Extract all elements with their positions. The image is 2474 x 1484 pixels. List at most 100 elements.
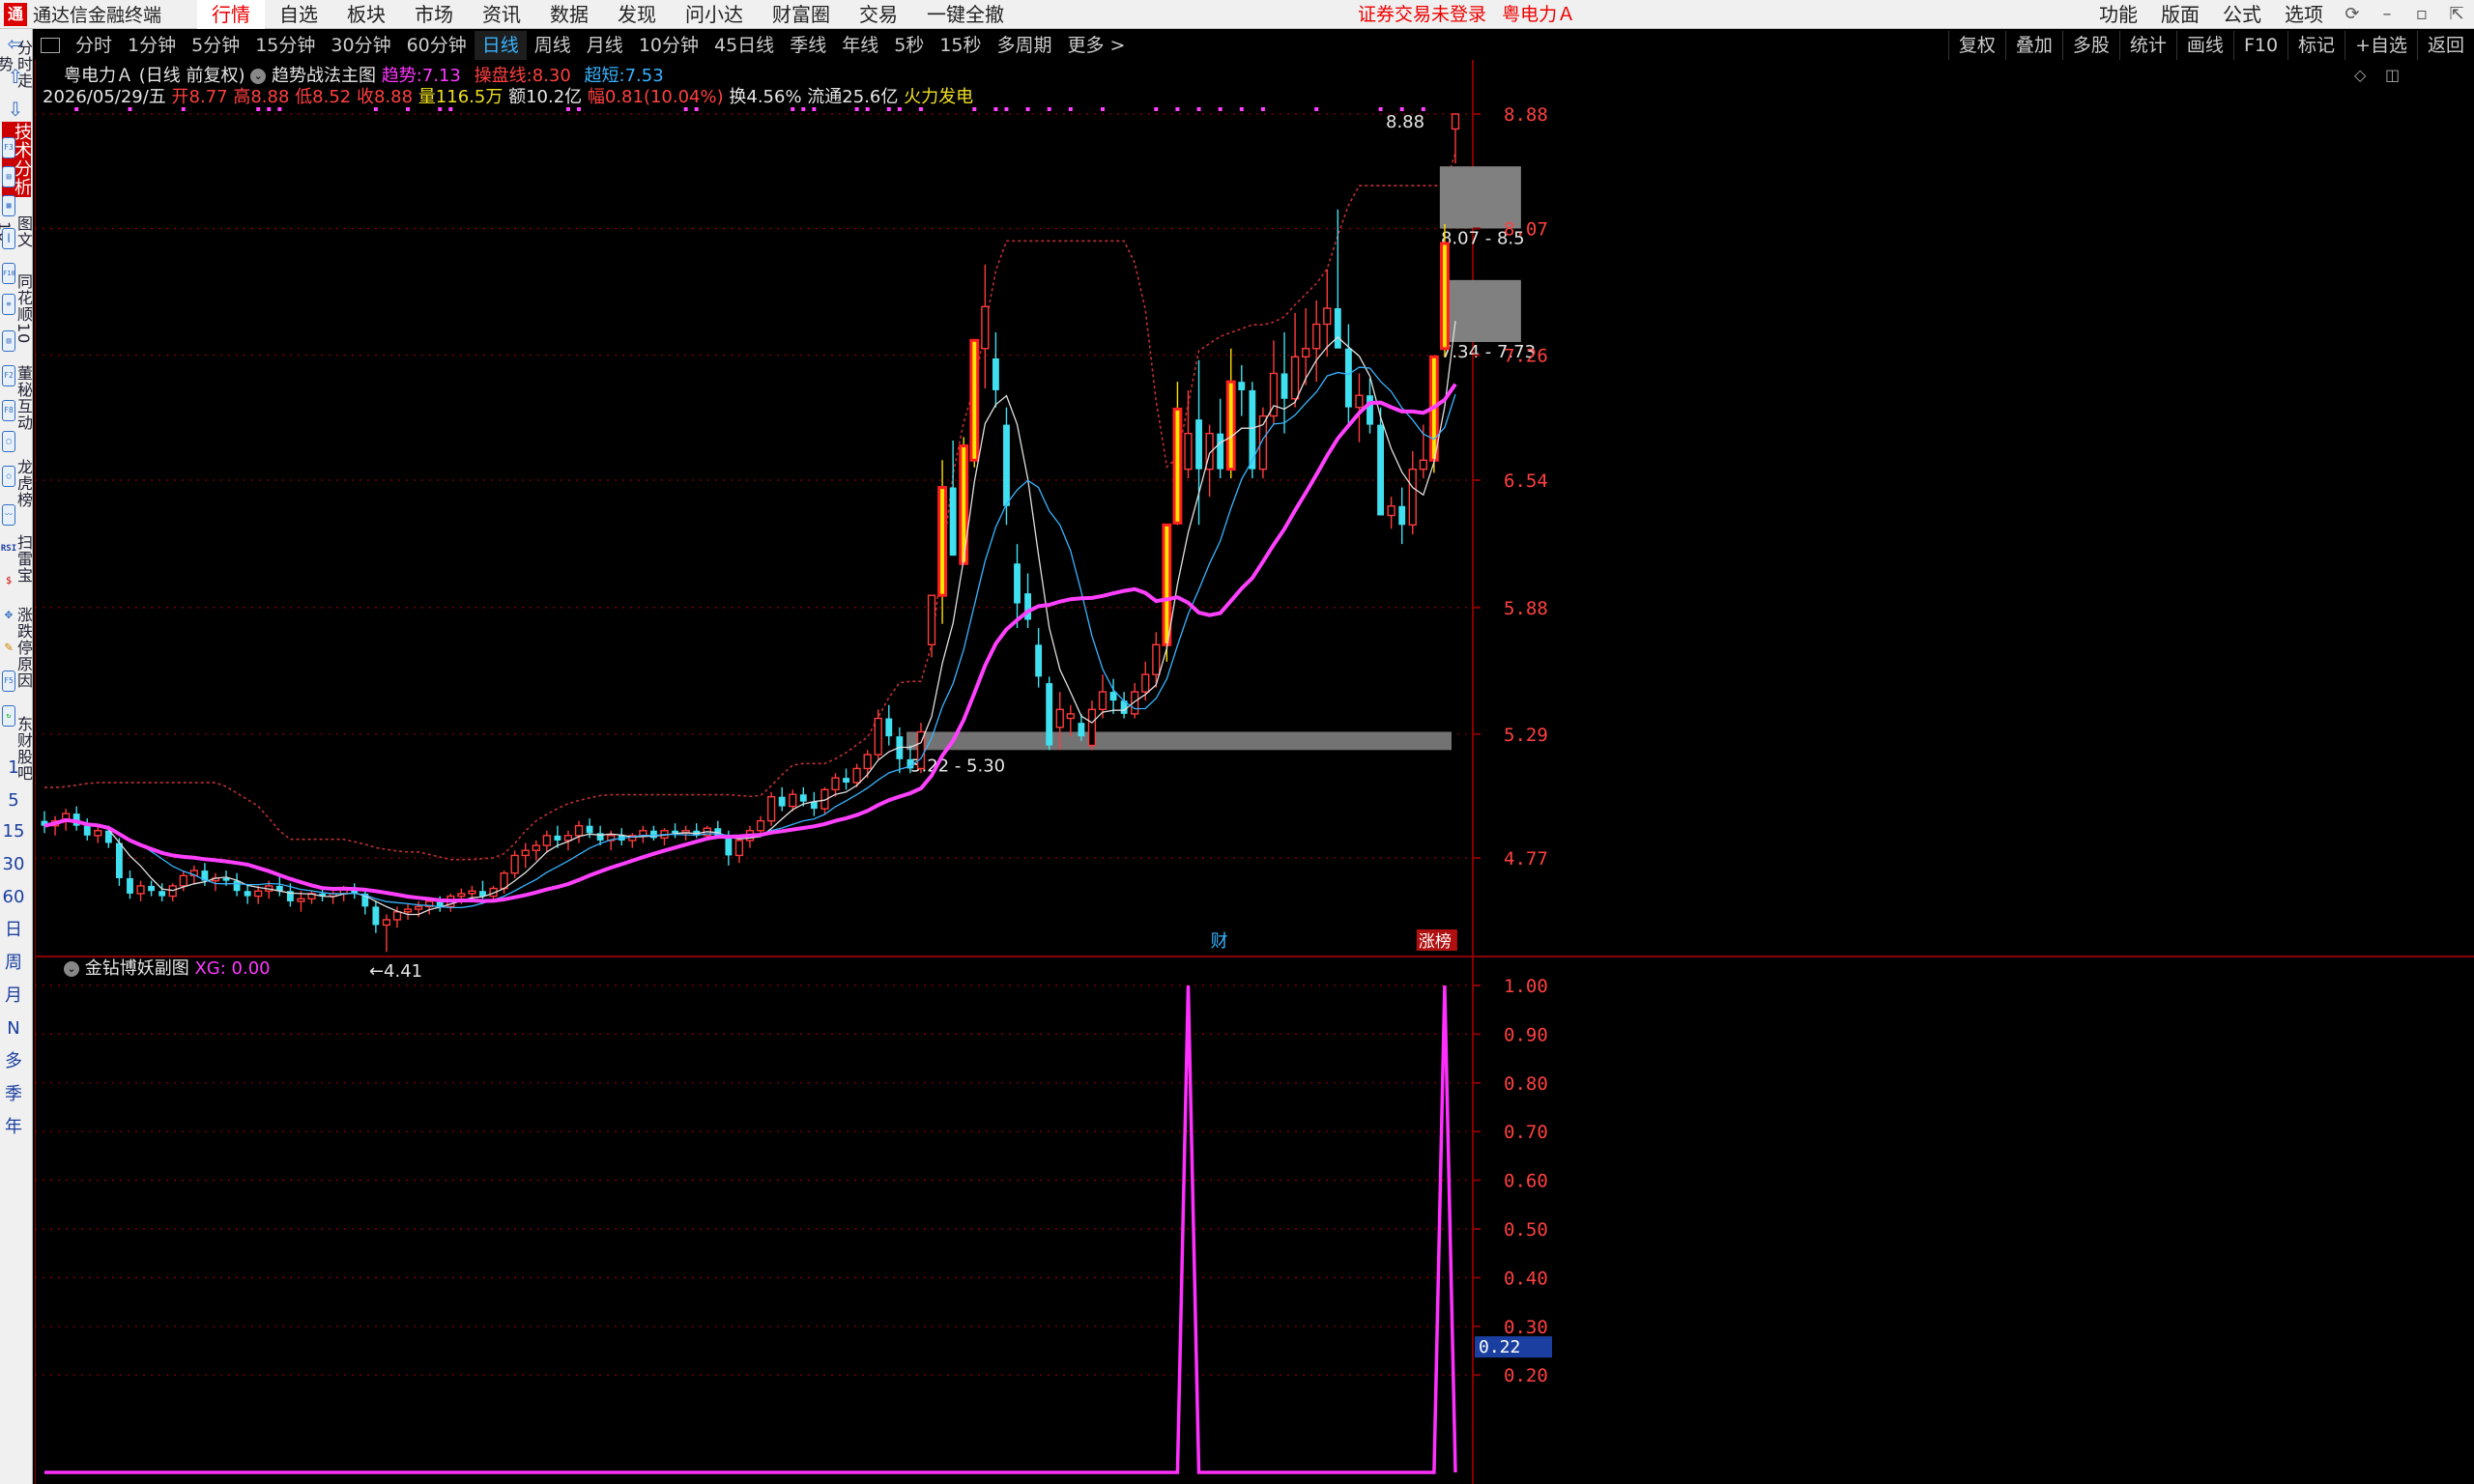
sub-chart-info: ⌄ 金钻博妖副图 XG: 0.00 — [64, 955, 271, 980]
window-icon[interactable]: ▢ — [2, 431, 15, 452]
tab-period-45day[interactable]: 45日线 — [706, 31, 782, 60]
period-15min[interactable]: 15 — [0, 819, 27, 844]
multi-stock-button[interactable]: 多股 — [2061, 31, 2119, 60]
candle-body-limitup — [937, 486, 948, 597]
menu-item-quotes[interactable]: 行情 — [197, 0, 265, 29]
tab-period-5min[interactable]: 5分钟 — [184, 31, 247, 60]
candle-body-down — [885, 718, 893, 737]
move-icon[interactable]: ✥ — [0, 605, 17, 626]
circle-icon[interactable]: ○ — [2, 466, 15, 487]
list-icon[interactable]: ≡ — [2, 294, 15, 315]
tab-period-15min[interactable]: 15分钟 — [247, 31, 323, 60]
tab-board-secretary[interactable]: 董秘互动 — [14, 361, 33, 435]
period-n[interactable]: N — [0, 1016, 27, 1042]
period-multi[interactable]: 多 — [0, 1049, 27, 1074]
menu-item-trade[interactable]: 交易 — [845, 0, 912, 29]
diamond-icon[interactable]: ◇ — [2354, 66, 2366, 84]
chart-icon[interactable]: ▤ — [2, 166, 15, 187]
tab-period-yearly[interactable]: 年线 — [834, 31, 886, 60]
tab-intraday[interactable]: 分时走势 — [0, 35, 33, 93]
menu-item-ask[interactable]: 问小达 — [671, 0, 758, 29]
menu-item-discover[interactable]: 发现 — [603, 0, 671, 29]
sector-label[interactable]: 火力发电 — [904, 87, 973, 107]
period-week[interactable]: 周 — [0, 951, 27, 976]
tab-minesweeper[interactable]: 扫雷宝 — [14, 522, 33, 595]
period-60min[interactable]: 60 — [0, 885, 27, 910]
period-month[interactable]: 月 — [0, 984, 27, 1009]
tab-graphic[interactable]: 图文10 — [0, 205, 33, 259]
menu-item-data[interactable]: 数据 — [535, 0, 603, 29]
panel-icon[interactable]: ◫ — [2385, 66, 2400, 84]
signal-dot — [1196, 107, 1201, 111]
tab-period-15s[interactable]: 15秒 — [932, 31, 989, 60]
menu-function[interactable]: 功能 — [2087, 0, 2149, 29]
tab-period-1min[interactable]: 1分钟 — [120, 31, 184, 60]
close-icon[interactable]: ⇱ — [2439, 0, 2474, 29]
f10-icon[interactable]: F10 — [2, 263, 15, 284]
y-tick-label: 8.07 — [1504, 219, 1548, 241]
sub-formula-name[interactable]: 金钻博妖副图 — [85, 958, 189, 979]
candle-body-up — [1098, 691, 1108, 710]
sub-formula-dropdown-icon[interactable]: ⌄ — [64, 961, 79, 977]
menu-item-sectors[interactable]: 板块 — [332, 0, 400, 29]
period-quarter[interactable]: 季 — [0, 1082, 27, 1107]
return-button[interactable]: 返回 — [2416, 31, 2474, 60]
restore-icon[interactable]: ▫ — [2404, 0, 2439, 29]
fs-icon[interactable]: F5 — [2, 671, 15, 692]
tab-dragon-tiger[interactable]: 龙虎榜 — [14, 446, 33, 520]
tab-period-monthly[interactable]: 月线 — [579, 31, 631, 60]
menu-item-news[interactable]: 资讯 — [468, 0, 535, 29]
menu-options[interactable]: 选项 — [2273, 0, 2335, 29]
candle-icon[interactable]: ┃ — [2, 228, 15, 249]
period-1min[interactable]: 1 — [0, 756, 27, 781]
period-year[interactable]: 年 — [0, 1115, 27, 1140]
tab-period-intraday[interactable]: 分时 — [68, 31, 120, 60]
mark-button[interactable]: 标记 — [2287, 31, 2345, 60]
f2-icon[interactable]: F2 — [2, 365, 15, 386]
overlay-button[interactable]: 叠加 — [2004, 31, 2062, 60]
tab-tonghuashun[interactable]: 同花顺10 — [14, 272, 33, 346]
menu-layout[interactable]: 版面 — [2149, 0, 2211, 29]
money-icon[interactable]: $ — [2, 572, 15, 593]
menu-item-cancel-all[interactable]: 一键全撤 — [912, 0, 1019, 29]
tab-period-60min[interactable]: 60分钟 — [399, 31, 475, 60]
f3-icon[interactable]: F3 — [2, 137, 15, 158]
draw-line-button[interactable]: 画线 — [2175, 31, 2233, 60]
pencil-icon[interactable]: ✎ — [0, 638, 17, 659]
minimize-icon[interactable]: – — [2370, 0, 2404, 29]
rsi-icon[interactable]: RSI — [0, 539, 17, 560]
refresh-icon[interactable]: ⟳ — [2335, 0, 2370, 29]
adjust-button[interactable]: 复权 — [1947, 31, 2005, 60]
menu-item-wealth[interactable]: 财富圈 — [758, 0, 845, 29]
f10-button[interactable]: F10 — [2232, 31, 2287, 60]
period-5min[interactable]: 5 — [0, 788, 27, 813]
y-tick-label: 5.29 — [1504, 725, 1548, 746]
tab-period-multi[interactable]: 多周期 — [990, 31, 1060, 60]
refresh-small-icon[interactable]: ↻ — [2, 705, 15, 727]
trend-icon[interactable]: 〰 — [2, 504, 15, 526]
grid-icon[interactable]: ▦ — [2, 195, 15, 216]
tab-period-30min[interactable]: 30分钟 — [323, 31, 398, 60]
tab-period-weekly[interactable]: 周线 — [527, 31, 579, 60]
add-watchlist-button[interactable]: +自选 — [2345, 31, 2417, 60]
menu-formula[interactable]: 公式 — [2211, 0, 2273, 29]
menu-item-market[interactable]: 市场 — [400, 0, 468, 29]
kline-chart-svg[interactable]: 5.22 - 5.308.07 - 8.57.34 - 7.73 ←4.418.… — [35, 60, 2474, 1484]
tab-limit-reason[interactable]: 涨跌停原因 — [14, 599, 33, 696]
period-day[interactable]: 日 — [0, 918, 27, 943]
down-arrow-icon[interactable]: ⇩ — [5, 99, 26, 120]
login-notice[interactable]: 证券交易未登录 粤电力Ａ — [1358, 0, 1575, 29]
tab-period-more[interactable]: 更多 > — [1060, 31, 1134, 60]
tab-period-daily[interactable]: 日线 — [474, 31, 527, 60]
tab-period-10min[interactable]: 10分钟 — [631, 31, 706, 60]
formula-dropdown-icon[interactable]: ⌄ — [250, 69, 267, 84]
menu-item-watchlist[interactable]: 自选 — [265, 0, 332, 29]
chart-area[interactable]: 5.22 - 5.30 8.07 - 8.5 7.34 - 7.73 ←4.41 8.… — [35, 60, 2474, 1484]
f8-icon[interactable]: F8 — [2, 400, 15, 421]
stats-button[interactable]: 统计 — [2118, 31, 2176, 60]
bar-icon[interactable]: ▥ — [2, 330, 15, 352]
tab-period-quarterly[interactable]: 季线 — [782, 31, 834, 60]
toggle-panel-icon[interactable] — [41, 38, 60, 53]
tab-period-5s[interactable]: 5秒 — [886, 31, 932, 60]
period-30min[interactable]: 30 — [0, 852, 27, 877]
